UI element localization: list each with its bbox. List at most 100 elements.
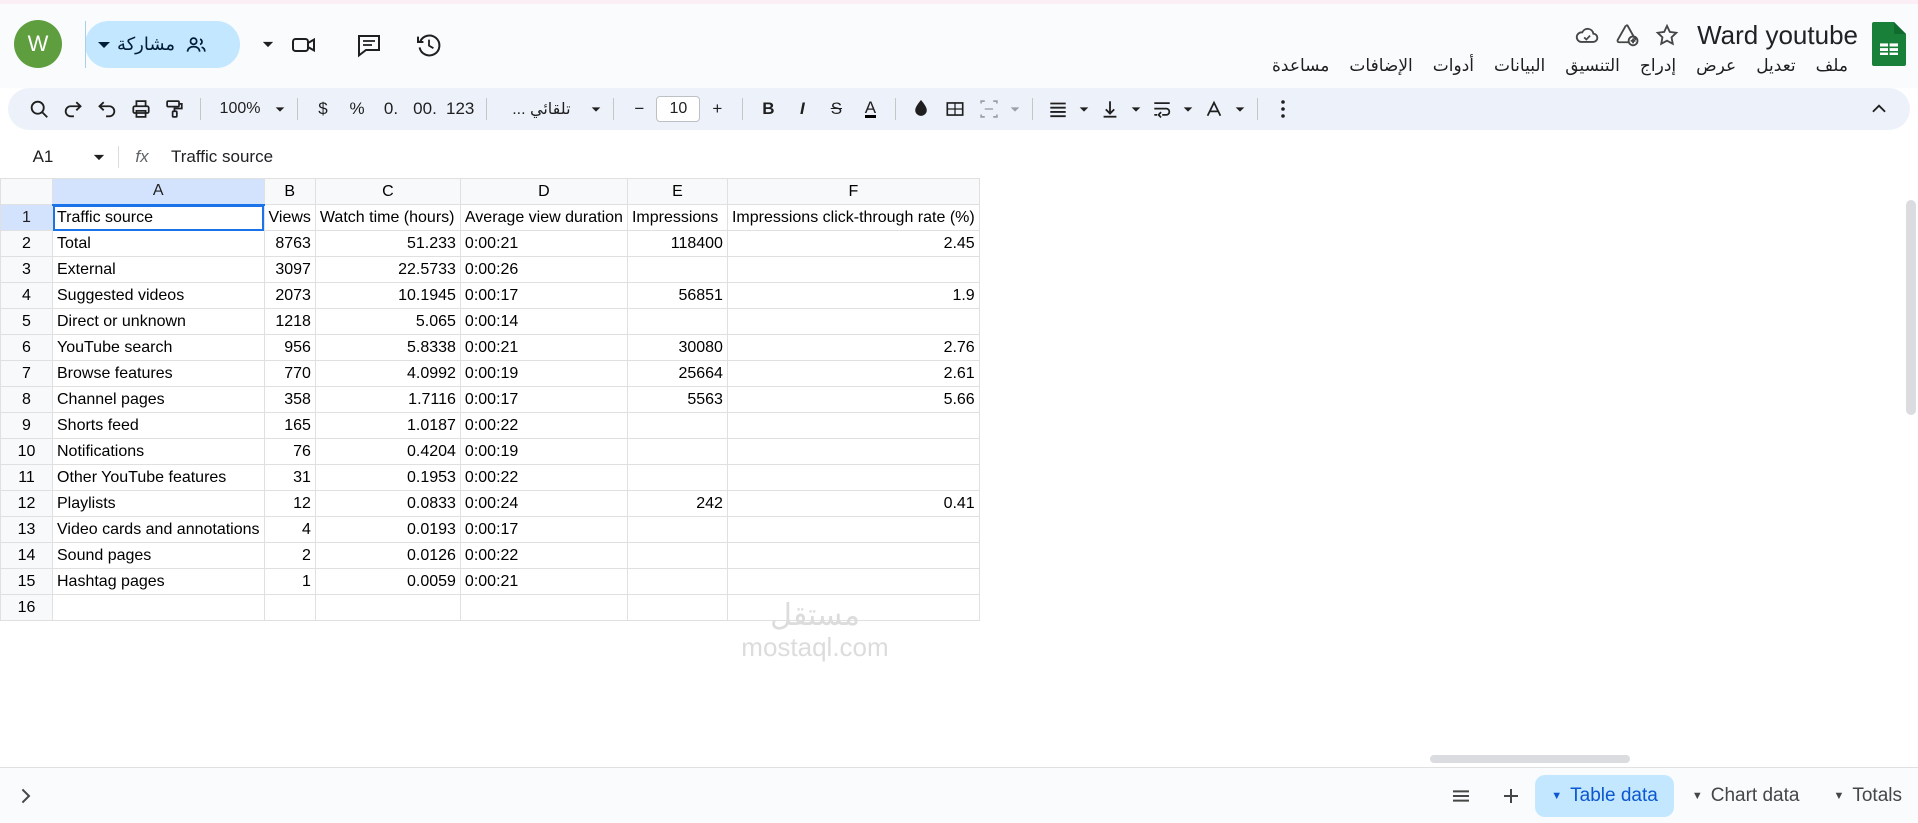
cell-f9[interactable] [726,412,980,439]
cell-c10[interactable]: 0.4204 [314,438,461,465]
cell-f3[interactable] [726,256,980,283]
cell-c13[interactable]: 0.0193 [314,516,461,543]
cell-e3[interactable] [626,256,728,283]
name-box-dropdown-caret[interactable] [86,154,112,161]
cell-d11[interactable]: 0:00:22 [459,464,628,491]
row-header-4[interactable]: 4 [0,282,53,309]
paint-format-icon[interactable] [158,92,192,126]
cell-f11[interactable] [726,464,980,491]
zoom-control[interactable]: 100% [209,92,271,126]
meet-dropdown-caret[interactable] [258,34,278,54]
menu-item-format[interactable]: التنسيق [1555,52,1630,80]
cell-c14[interactable]: 0.0126 [314,542,461,569]
increase-decimal-button[interactable]: .00 [408,92,442,126]
vertical-scrollbar[interactable] [1906,200,1916,620]
row-header-5[interactable]: 5 [0,308,53,335]
cell-d10[interactable]: 0:00:19 [459,438,628,465]
text-color-button[interactable]: A [853,92,887,126]
cell-a9[interactable]: Shorts feed [52,412,265,439]
sheet-tab-caret[interactable]: ▼ [1551,790,1562,802]
cell-e15[interactable] [626,568,728,595]
cell-b9[interactable]: 165 [263,412,316,439]
cell-e14[interactable] [626,542,728,569]
cell-f14[interactable] [726,542,980,569]
cell-f1[interactable]: Impressions click-through rate (%) [726,204,980,231]
undo-icon[interactable] [90,92,124,126]
cell-e4[interactable]: 56851 [626,282,728,309]
column-header-e[interactable]: E [626,178,728,205]
cell-c16[interactable] [314,594,461,621]
cell-c8[interactable]: 1.7116 [314,386,461,413]
search-icon[interactable] [22,92,56,126]
cell-d6[interactable]: 0:00:21 [459,334,628,361]
italic-button[interactable]: I [785,92,819,126]
cell-e9[interactable] [626,412,728,439]
collapse-toolbar-icon[interactable] [1862,92,1896,126]
cell-a15[interactable]: Hashtag pages [52,568,265,595]
cell-b2[interactable]: 8763 [263,230,316,257]
avatar[interactable]: W [14,20,62,68]
cell-f10[interactable] [726,438,980,465]
document-title[interactable]: Ward youtube [1697,18,1858,52]
redo-icon[interactable] [56,92,90,126]
text-rotation-dropdown-caret[interactable] [1231,92,1249,126]
cell-d7[interactable]: 0:00:19 [459,360,628,387]
row-header-15[interactable]: 15 [0,568,53,595]
cell-d2[interactable]: 0:00:21 [459,230,628,257]
cell-c1[interactable]: Watch time (hours) [314,204,461,231]
percent-format-button[interactable]: % [340,92,374,126]
name-box[interactable]: A1 [0,136,86,178]
cell-d3[interactable]: 0:00:26 [459,256,628,283]
all-sheets-icon[interactable] [1439,774,1483,818]
cell-c5[interactable]: 5.065 [314,308,461,335]
cell-a3[interactable]: External [52,256,265,283]
cell-b15[interactable]: 1 [263,568,316,595]
column-header-d[interactable]: D [459,178,628,205]
number-format-button[interactable]: 123 [442,92,478,126]
cell-f2[interactable]: 2.45 [726,230,980,257]
cell-b6[interactable]: 956 [263,334,316,361]
sheet-tab-caret[interactable]: ▼ [1692,790,1703,802]
menu-item-extensions[interactable]: الإضافات [1339,52,1422,80]
cell-e7[interactable]: 25664 [626,360,728,387]
cell-d15[interactable]: 0:00:21 [459,568,628,595]
cell-a16[interactable] [52,594,265,621]
cell-c12[interactable]: 0.0833 [314,490,461,517]
cell-e5[interactable] [626,308,728,335]
cell-f5[interactable] [726,308,980,335]
row-header-3[interactable]: 3 [0,256,53,283]
cell-c6[interactable]: 5.8338 [314,334,461,361]
menu-item-view[interactable]: عرض [1686,52,1746,80]
column-header-a[interactable]: A [52,178,265,206]
text-wrap-dropdown-caret[interactable] [1179,92,1197,126]
cell-e13[interactable] [626,516,728,543]
merge-dropdown-caret[interactable] [1006,92,1024,126]
menu-item-tools[interactable]: أدوات [1423,52,1484,80]
text-rotation-icon[interactable] [1197,92,1231,126]
horizontal-scrollbar-thumb[interactable] [1430,755,1630,763]
bold-button[interactable]: B [751,92,785,126]
horizontal-align-dropdown-caret[interactable] [1075,92,1093,126]
row-header-10[interactable]: 10 [0,438,53,465]
column-header-c[interactable]: C [314,178,461,205]
menu-item-help[interactable]: مساعدة [1262,52,1339,80]
print-icon[interactable] [124,92,158,126]
cell-b5[interactable]: 1218 [263,308,316,335]
horizontal-scrollbar[interactable] [0,753,1918,763]
sheet-tab-totals[interactable]: ▼ Totals [1817,775,1918,817]
cell-b12[interactable]: 12 [263,490,316,517]
cell-c2[interactable]: 51.233 [314,230,461,257]
vertical-align-icon[interactable] [1093,92,1127,126]
cell-e16[interactable] [626,594,728,621]
cell-d9[interactable]: 0:00:22 [459,412,628,439]
decrease-font-size-button[interactable]: − [622,92,656,126]
drive-add-icon[interactable] [1614,22,1640,48]
cell-c11[interactable]: 0.1953 [314,464,461,491]
cell-a8[interactable]: Channel pages [52,386,265,413]
cell-b11[interactable]: 31 [263,464,316,491]
fx-icon[interactable]: fx [125,147,159,167]
font-size-input[interactable]: 10 [656,96,701,122]
cell-b7[interactable]: 770 [263,360,316,387]
row-header-13[interactable]: 13 [0,516,53,543]
cell-b3[interactable]: 3097 [263,256,316,283]
